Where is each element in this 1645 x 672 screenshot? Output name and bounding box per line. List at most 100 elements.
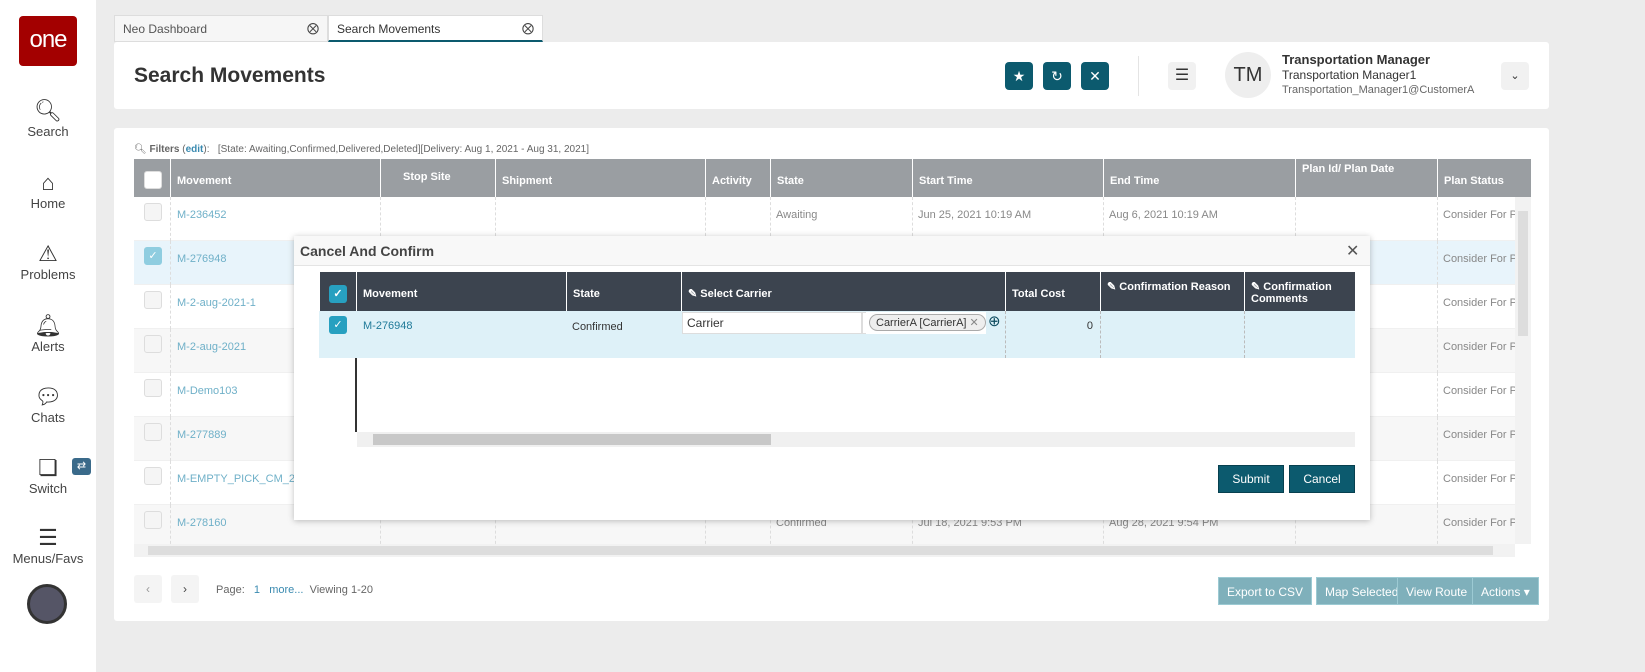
column-header[interactable]: ✎ Select Carrier (681, 272, 1005, 311)
horizontal-scrollbar[interactable] (134, 544, 1515, 557)
more-pages-link[interactable]: more... (269, 584, 303, 596)
row-checkbox[interactable] (144, 335, 162, 353)
close-tab-icon[interactable]: ⨂ (522, 21, 534, 35)
column-header[interactable]: Movement (170, 159, 380, 197)
vertical-scrollbar[interactable] (1515, 197, 1531, 544)
row-checkbox[interactable] (144, 467, 162, 485)
assistant-avatar[interactable] (27, 584, 67, 624)
select-all-checkbox[interactable]: ✓ (329, 285, 347, 303)
divider (170, 505, 171, 549)
map-selected-button[interactable]: Map Selected (1316, 577, 1408, 605)
divider (1437, 197, 1438, 241)
movement-link[interactable]: M-236452 (177, 209, 227, 221)
sidebar-item-chats[interactable]: 💬︎ Chats (0, 384, 96, 425)
row-checkbox[interactable] (144, 423, 162, 441)
switch-badge-icon[interactable]: ⇄ (72, 458, 91, 475)
chat-icon: 💬︎ (34, 384, 62, 409)
column-header[interactable]: State (770, 159, 912, 197)
menu-button[interactable]: ☰ (1168, 62, 1196, 90)
column-header[interactable]: Plan Id/ Plan Date (1295, 159, 1437, 197)
refresh-button[interactable]: ↻ (1043, 62, 1071, 90)
cancel-button[interactable]: Cancel (1289, 465, 1355, 493)
table-row[interactable]: M-236452 Awaiting Jun 25, 2021 10:19 AM Aug… (134, 197, 1515, 241)
divider (1437, 329, 1438, 373)
tab-search-movements[interactable]: Search Movements ⨂ (328, 15, 543, 42)
movement-link[interactable]: M-EMPTY_PICK_CM_255 (177, 473, 307, 485)
avatar[interactable]: TM (1225, 52, 1271, 98)
plan-status-cell: Consider For P (1443, 253, 1515, 265)
column-label: Confirmation Reason (1119, 281, 1231, 293)
carrier-select[interactable]: Carrier (682, 312, 862, 334)
dialog-title: Cancel And Confirm (300, 243, 435, 259)
column-header[interactable]: ✎ Confirmation Comments (1244, 272, 1355, 311)
row-checkbox[interactable] (144, 203, 162, 221)
column-header[interactable]: State (566, 272, 681, 311)
edit-icon: ✎ (1251, 281, 1261, 293)
sidebar-item-menus[interactable]: ☰ Menus/Favs (0, 525, 96, 566)
column-header[interactable]: End Time (1103, 159, 1295, 197)
divider (170, 461, 171, 505)
favorite-button[interactable]: ★ (1005, 62, 1033, 90)
select-all-header: ✓ (319, 272, 356, 311)
movement-link[interactable]: M-2-aug-2021-1 (177, 297, 256, 309)
divider (170, 329, 171, 373)
export-csv-button[interactable]: Export to CSV (1218, 577, 1313, 605)
next-page-button[interactable]: › (171, 575, 199, 603)
movement-link[interactable]: M-278160 (177, 517, 227, 529)
scroll-thumb[interactable] (148, 546, 1493, 555)
select-all-checkbox[interactable] (144, 171, 162, 189)
scroll-thumb[interactable] (1518, 211, 1528, 336)
row-checkbox[interactable] (144, 511, 162, 529)
movement-link[interactable]: M-277889 (177, 429, 227, 441)
row-checkbox[interactable]: ✓ (329, 316, 347, 334)
close-dialog-icon[interactable]: ✕ (1346, 241, 1359, 261)
plan-status-cell: Consider For P (1443, 209, 1515, 221)
app-logo[interactable]: one (19, 16, 77, 66)
column-header[interactable]: Shipment (495, 159, 705, 197)
actions-dropdown-button[interactable]: Actions ▾ (1472, 577, 1539, 605)
column-header[interactable]: Start Time (912, 159, 1103, 197)
sidebar-item-alerts[interactable]: 🔔︎ Alerts (0, 313, 96, 354)
movement-link[interactable]: M-Demo103 (177, 385, 238, 397)
sidebar-item-search[interactable]: 🔍︎ Search (0, 98, 96, 139)
row-checkbox[interactable] (144, 291, 162, 309)
filters-text: [State: Awaiting,Confirmed,Delivered,Del… (217, 144, 589, 155)
divider (1295, 197, 1296, 241)
page-link[interactable]: 1 (254, 584, 260, 596)
zoom-search-icon[interactable]: ⊕ (988, 312, 1001, 330)
row-checkbox[interactable]: ✓ (144, 247, 162, 265)
column-header[interactable]: ✎ Confirmation Reason (1100, 272, 1244, 311)
plan-status-cell: Consider For P (1443, 517, 1515, 529)
divider (1437, 285, 1438, 329)
column-label: Confirmation Comments (1251, 281, 1332, 305)
view-route-button[interactable]: View Route (1397, 577, 1477, 605)
submit-button[interactable]: Submit (1218, 465, 1284, 493)
divider (1437, 505, 1438, 549)
divider (770, 197, 771, 241)
edit-filters-link[interactable]: edit (186, 144, 204, 155)
movement-link[interactable]: M-276948 (177, 253, 227, 265)
remove-chip-icon[interactable]: ✕ (970, 317, 979, 329)
column-header[interactable]: Stop Site (380, 159, 495, 197)
divider (705, 197, 706, 241)
movement-link[interactable]: M-276948 (363, 320, 413, 332)
horizontal-scrollbar[interactable] (357, 432, 1355, 447)
scroll-thumb[interactable] (373, 434, 771, 445)
movement-link[interactable]: M-2-aug-2021 (177, 341, 246, 353)
column-label: Select Carrier (700, 288, 772, 300)
column-header[interactable]: Movement (356, 272, 566, 311)
close-page-button[interactable]: ✕ (1081, 62, 1109, 90)
sidebar: one 🔍︎ Search ⌂ Home ⚠ Problems 🔔︎ Alerts 💬︎… (0, 0, 96, 672)
sidebar-label: Alerts (31, 339, 65, 354)
table-body-empty (355, 358, 1355, 432)
tab-neo-dashboard[interactable]: Neo Dashboard ⨂ (114, 15, 328, 42)
column-header[interactable]: Activity (705, 159, 770, 197)
sidebar-item-home[interactable]: ⌂ Home (0, 170, 96, 211)
user-dropdown-button[interactable]: ⌄ (1501, 62, 1529, 90)
prev-page-button[interactable]: ‹ (134, 575, 162, 603)
close-tab-icon[interactable]: ⨂ (307, 21, 319, 35)
sidebar-item-problems[interactable]: ⚠ Problems (0, 241, 96, 282)
column-header[interactable]: Total Cost (1005, 272, 1100, 311)
row-checkbox[interactable] (144, 379, 162, 397)
column-header[interactable]: Plan Status (1437, 159, 1531, 197)
